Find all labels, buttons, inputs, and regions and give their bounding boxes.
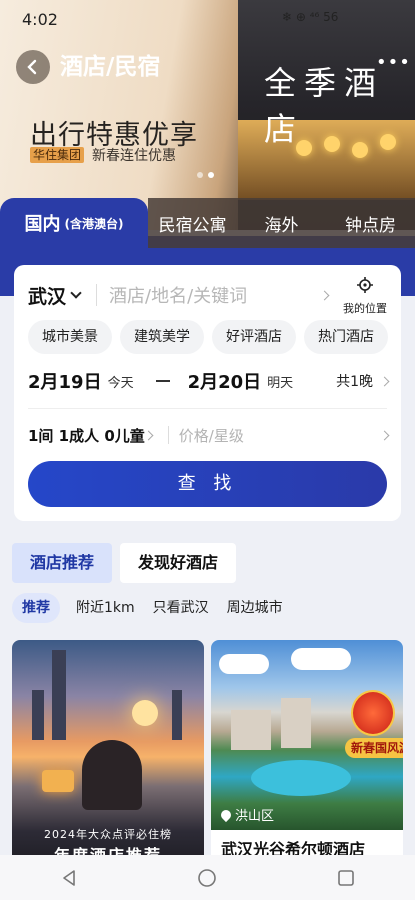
pool-decor bbox=[251, 760, 351, 796]
status-time: 4:02 bbox=[22, 10, 58, 29]
tab-hint: (含港澳台) bbox=[64, 216, 124, 231]
award-line: 2024年大众点评必住榜 bbox=[44, 828, 172, 841]
filter-wuhan-only[interactable]: 只看武汉 bbox=[151, 593, 211, 623]
building-decor bbox=[231, 710, 271, 750]
checkout-label: 明天 bbox=[267, 375, 294, 391]
search-card: 武汉 酒店/地名/关键词 我的位置 城市美景 建筑美学 好评酒店 热门酒店 2月… bbox=[14, 265, 401, 521]
cloud-decor bbox=[219, 654, 269, 674]
chevron-left-icon bbox=[27, 59, 37, 75]
home-circle-icon[interactable] bbox=[197, 868, 217, 888]
tab-label: 钟点房 bbox=[345, 215, 396, 236]
locate-icon bbox=[357, 277, 373, 293]
price-star-selector[interactable]: 价格/星级 bbox=[179, 425, 381, 446]
filter-nearby[interactable]: 附近1km bbox=[74, 593, 137, 623]
guests-selector[interactable]: 1间 1成人 0儿童 bbox=[28, 425, 145, 446]
tag-chip[interactable]: 热门酒店 bbox=[304, 320, 388, 354]
tower-decor bbox=[32, 690, 44, 740]
keyword-input[interactable]: 酒店/地名/关键词 bbox=[109, 282, 321, 308]
promo-subtitle: 新春连住优惠 bbox=[92, 148, 176, 164]
search-button[interactable]: 查 找 bbox=[28, 461, 387, 507]
carousel-dots bbox=[197, 172, 214, 178]
date-separator bbox=[155, 380, 170, 382]
tab-label: 国内 bbox=[24, 214, 61, 235]
tab-homestay[interactable]: 民宿公寓 bbox=[148, 198, 237, 248]
tab-discover-hotels[interactable]: 发现好酒店 bbox=[120, 543, 237, 583]
promo-badge: 新春国风游 bbox=[345, 738, 403, 758]
tab-hotel-recommend[interactable]: 酒店推荐 bbox=[12, 543, 113, 583]
tower-decor bbox=[52, 650, 66, 740]
promo-brand-badge: 华住集团 bbox=[30, 147, 85, 163]
system-nav-bar bbox=[0, 855, 415, 900]
lion-dance-icon bbox=[351, 690, 395, 736]
checkin-label: 今天 bbox=[107, 375, 134, 391]
checkin-date[interactable]: 2月19日 bbox=[28, 368, 102, 394]
tab-domestic[interactable]: 国内 (含港澳台) bbox=[0, 198, 148, 248]
checkout-date[interactable]: 2月20日 bbox=[188, 368, 262, 394]
people-silhouette bbox=[82, 740, 142, 810]
back-triangle-icon[interactable] bbox=[60, 869, 78, 887]
my-location-button[interactable]: 我的位置 bbox=[340, 277, 390, 316]
tag-chip[interactable]: 建筑美学 bbox=[120, 320, 204, 354]
status-indicators: ❄ ⊕ ⁴⁶ 56 bbox=[282, 10, 339, 24]
divider bbox=[167, 426, 169, 444]
status-icons: ❄ ⊕ ⁴⁶ 56 bbox=[282, 10, 338, 24]
tag-chip[interactable]: 好评酒店 bbox=[212, 320, 296, 354]
chevron-right-icon bbox=[319, 290, 330, 300]
hotel-card[interactable]: 2024年大众点评必住榜 年度酒店推荐 bbox=[12, 640, 204, 865]
nights-count: 共1晚 bbox=[336, 371, 390, 391]
pin-icon bbox=[218, 807, 234, 822]
tag-chip[interactable]: 城市美景 bbox=[28, 320, 112, 354]
district-label: 洪山区 bbox=[218, 805, 275, 824]
filter-nearby-cities[interactable]: 周边城市 bbox=[225, 593, 285, 623]
tab-hourly[interactable]: 钟点房 bbox=[326, 198, 415, 248]
divider bbox=[96, 284, 98, 306]
building-decor bbox=[281, 698, 311, 748]
destination-row: 武汉 酒店/地名/关键词 bbox=[28, 279, 388, 311]
district-name: 洪山区 bbox=[235, 809, 275, 824]
guests-price-row: 1间 1成人 0儿童 价格/星级 bbox=[28, 419, 390, 451]
date-row[interactable]: 2月19日 今天 2月20日 明天 共1晚 bbox=[28, 365, 390, 397]
recents-square-icon[interactable] bbox=[337, 869, 355, 887]
chevron-right-icon bbox=[379, 376, 390, 386]
tower-decor bbox=[172, 690, 182, 740]
divider bbox=[28, 408, 387, 409]
quick-tags: 城市美景 建筑美学 好评酒店 热门酒店 bbox=[28, 320, 401, 354]
sun-decor bbox=[132, 700, 158, 726]
more-icon[interactable]: ••• bbox=[376, 52, 411, 73]
chevron-right-icon bbox=[379, 430, 390, 440]
recommend-tabs: 酒店推荐 发现好酒店 bbox=[12, 543, 237, 583]
recommend-filters: 推荐 附近1km 只看武汉 周边城市 bbox=[12, 593, 285, 623]
cloud-decor bbox=[291, 648, 351, 670]
nights-label: 共1晚 bbox=[336, 374, 373, 390]
tab-label: 海外 bbox=[264, 215, 299, 236]
locate-label: 我的位置 bbox=[343, 302, 387, 315]
filter-recommended[interactable]: 推荐 bbox=[12, 593, 60, 623]
chevron-right-icon bbox=[143, 430, 154, 440]
carousel-dot-active bbox=[208, 172, 214, 178]
city-selector[interactable]: 武汉 bbox=[28, 282, 66, 309]
page-title: 酒店/民宿 bbox=[60, 54, 161, 80]
hotel-card[interactable]: 新春国风游 洪山区 武汉光谷希尔顿酒店 bbox=[211, 640, 403, 865]
hero-banner[interactable]: 全季酒店 4:02 ❄ ⊕ ⁴⁶ 56 酒店/民宿 ••• 出行特惠优享 华住集… bbox=[0, 0, 415, 230]
tab-overseas[interactable]: 海外 bbox=[237, 198, 326, 248]
tab-label: 民宿公寓 bbox=[158, 215, 227, 236]
back-button[interactable] bbox=[16, 50, 50, 84]
lamp-decor bbox=[42, 770, 74, 792]
carousel-dot bbox=[197, 172, 203, 178]
chevron-down-icon[interactable] bbox=[70, 287, 82, 299]
category-tabs: 国内 (含港澳台) 民宿公寓 海外 钟点房 bbox=[0, 198, 415, 248]
